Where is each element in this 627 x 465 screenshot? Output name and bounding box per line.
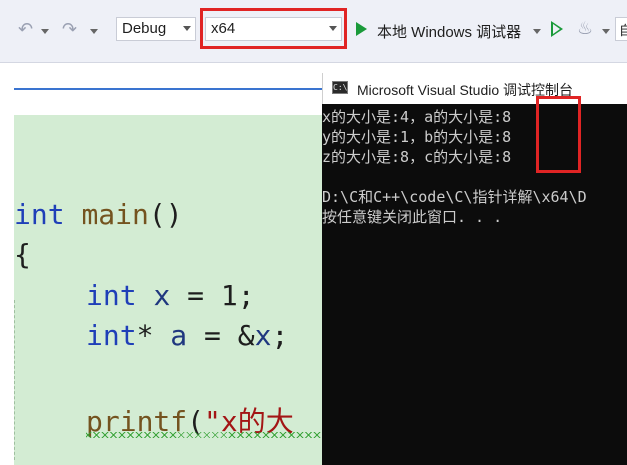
configuration-dropdown[interactable]: Debug <box>116 17 196 41</box>
console-line-5: D:\C和C++\code\C\指针详解\x64\D <box>322 188 587 206</box>
code-line-main: int main() <box>14 198 183 231</box>
start-without-debugging-icon[interactable] <box>551 21 563 37</box>
hot-reload-dropdown-arrow[interactable] <box>602 29 610 34</box>
console-line-2: y的大小是:1，b的大小是:8 <box>322 128 512 146</box>
code-line-int-ptr-a: int* a = &x; <box>86 319 289 352</box>
editor-tab-underline <box>14 88 322 90</box>
console-line-3: z的大小是:8，c的大小是:8 <box>322 148 512 166</box>
warning-squiggle <box>86 432 322 438</box>
chevron-down-icon <box>183 26 191 31</box>
console-line-1: x的大小是:4，a的大小是:8 <box>322 108 512 126</box>
start-debugging-icon[interactable] <box>356 22 367 36</box>
code-line-int-x: int x = 1; <box>86 279 255 312</box>
undo-icon[interactable]: ↶ <box>18 21 33 39</box>
code-line-open-brace: { <box>14 238 31 271</box>
debug-target-dropdown-arrow[interactable] <box>533 29 541 34</box>
extra-dropdown-label: 自 <box>619 23 627 38</box>
redo-dropdown-arrow[interactable] <box>90 29 98 34</box>
size-highlight-box <box>536 96 581 173</box>
platform-highlight-box <box>200 8 347 49</box>
configuration-value: Debug <box>122 20 167 37</box>
start-debugging-button[interactable]: 本地 Windows 调试器 <box>377 21 521 42</box>
extra-dropdown[interactable]: 自 <box>615 17 627 41</box>
redo-icon[interactable]: ↷ <box>62 21 77 39</box>
console-app-icon: C:\ <box>332 81 348 94</box>
code-text: int main() { int x = 1; int* a = &x; pri… <box>14 112 322 465</box>
undo-dropdown-arrow[interactable] <box>41 29 49 34</box>
hot-reload-icon[interactable]: ♨ <box>577 20 593 38</box>
console-line-6: 按任意键关闭此窗口. . . <box>322 208 503 226</box>
